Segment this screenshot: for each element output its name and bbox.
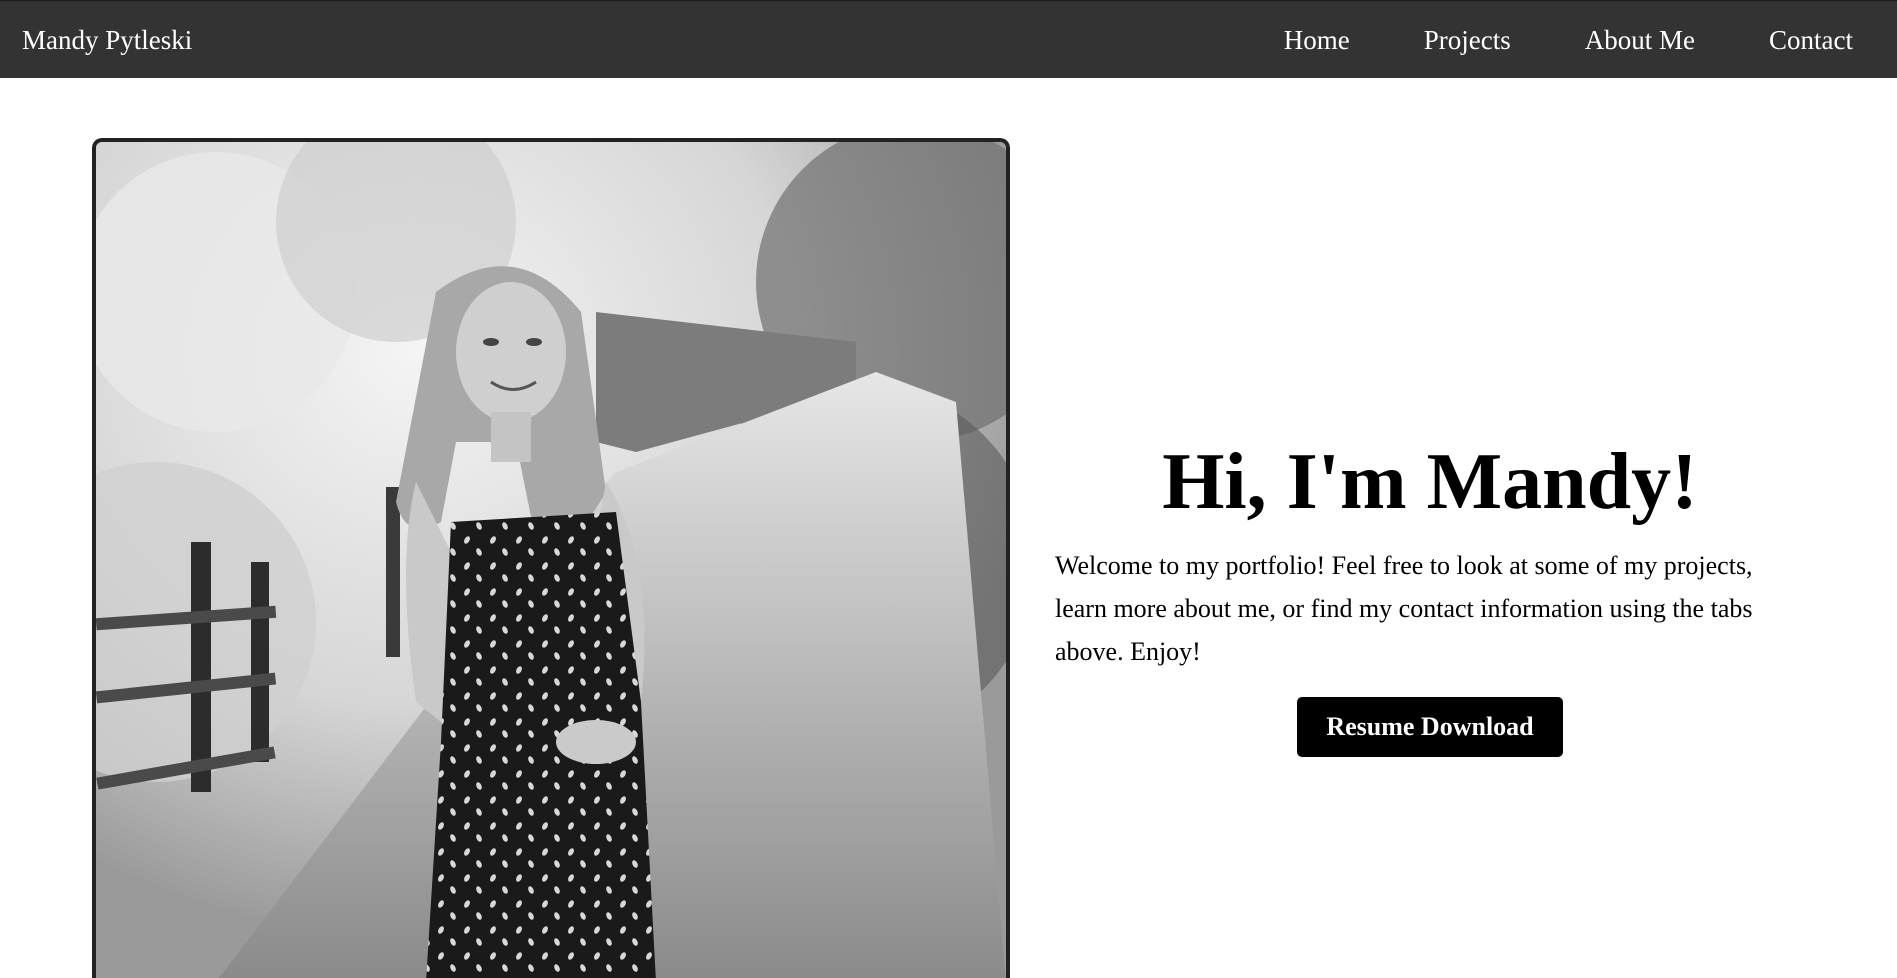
portrait-photo-illustration bbox=[96, 142, 1006, 978]
nav-link-about-me[interactable]: About Me bbox=[1563, 1, 1717, 79]
welcome-text: Welcome to my portfolio! Feel free to lo… bbox=[1055, 551, 1753, 666]
nav-link-contact[interactable]: Contact bbox=[1747, 1, 1897, 79]
headline: Hi, I'm Mandy! bbox=[1162, 438, 1698, 526]
intro-section: Hi, I'm Mandy! Welcome to my portfolio! … bbox=[1055, 430, 1805, 757]
button-wrapper: Resume Download bbox=[1055, 697, 1805, 757]
portrait-photo bbox=[92, 138, 1010, 978]
navbar: Mandy Pytleski Home Projects About Me Co… bbox=[0, 0, 1897, 78]
nav-link-projects[interactable]: Projects bbox=[1402, 1, 1533, 79]
nav-links: Home Projects About Me Contact bbox=[1232, 1, 1897, 79]
nav-link-home[interactable]: Home bbox=[1262, 1, 1372, 79]
brand-link[interactable]: Mandy Pytleski bbox=[22, 1, 192, 79]
resume-download-button[interactable]: Resume Download bbox=[1297, 697, 1563, 757]
